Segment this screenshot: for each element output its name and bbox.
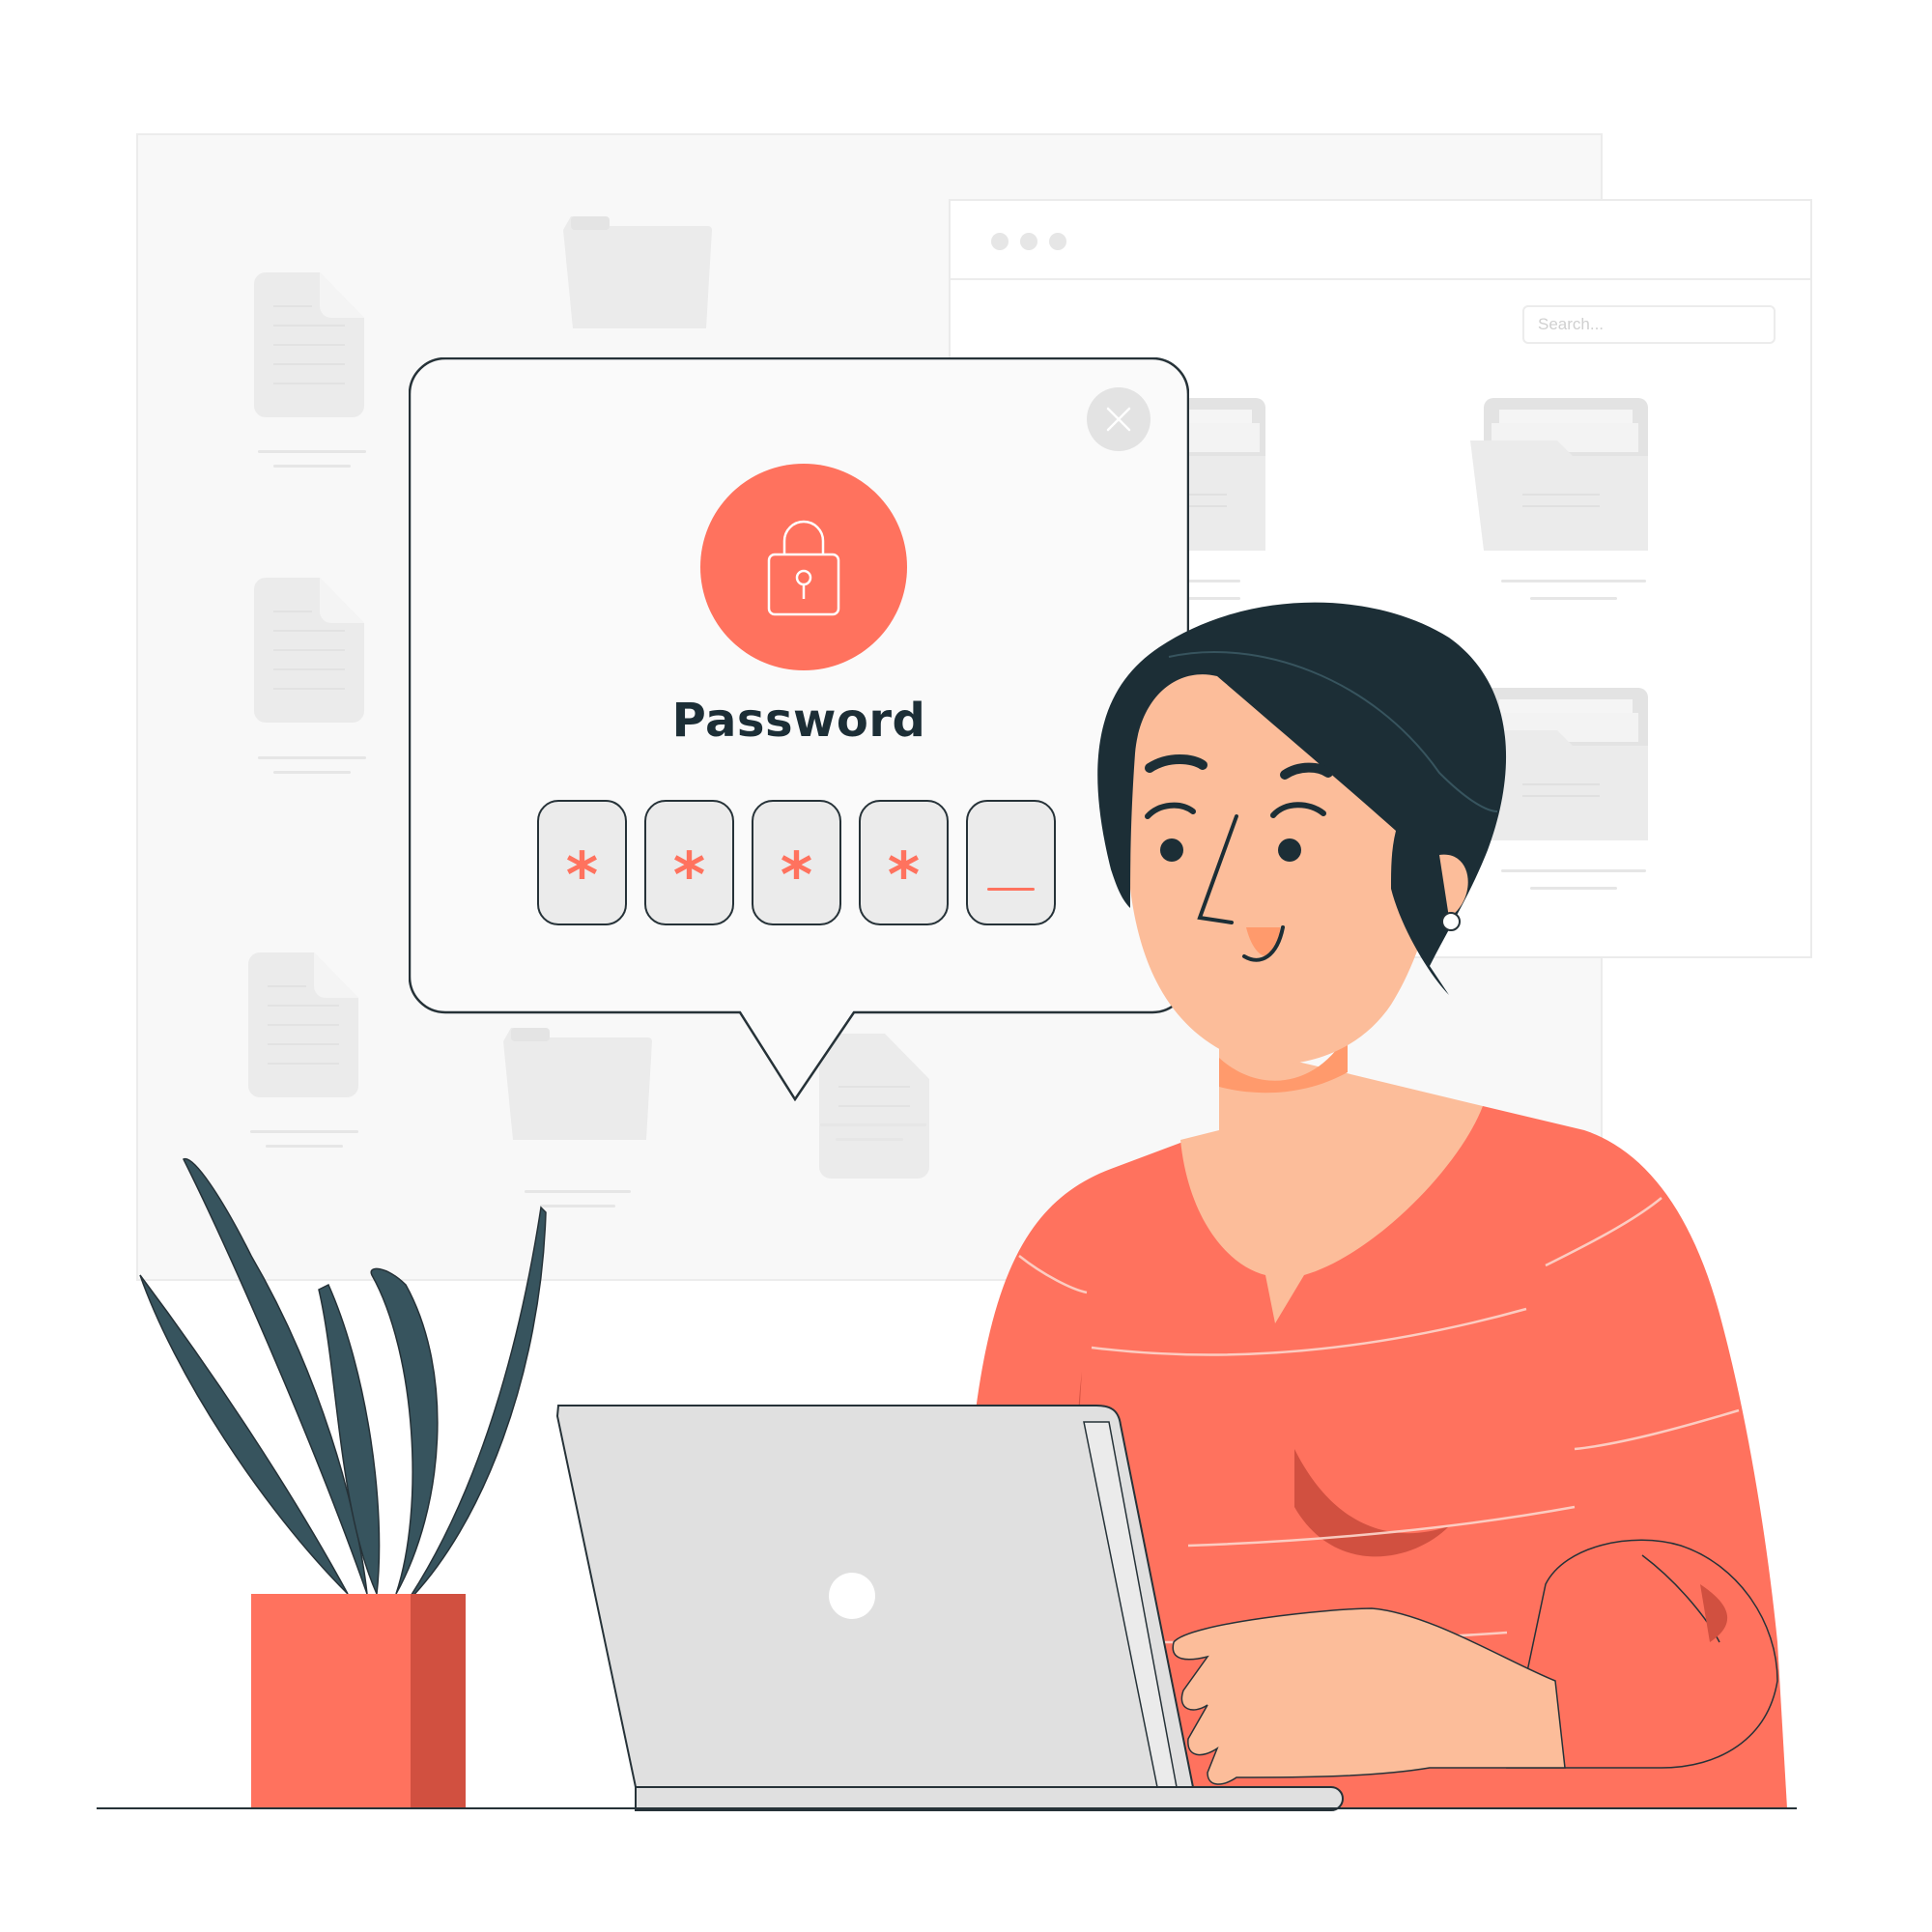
ground-line bbox=[97, 1807, 1797, 1809]
plant-pot-front bbox=[251, 1594, 411, 1809]
earring bbox=[1441, 912, 1461, 931]
eye bbox=[1278, 838, 1301, 862]
plant-pot-side bbox=[411, 1594, 466, 1809]
potted-plant bbox=[139, 1158, 547, 1809]
illustration bbox=[139, 602, 1787, 1811]
eye bbox=[1160, 838, 1183, 862]
laptop-logo bbox=[829, 1573, 875, 1619]
